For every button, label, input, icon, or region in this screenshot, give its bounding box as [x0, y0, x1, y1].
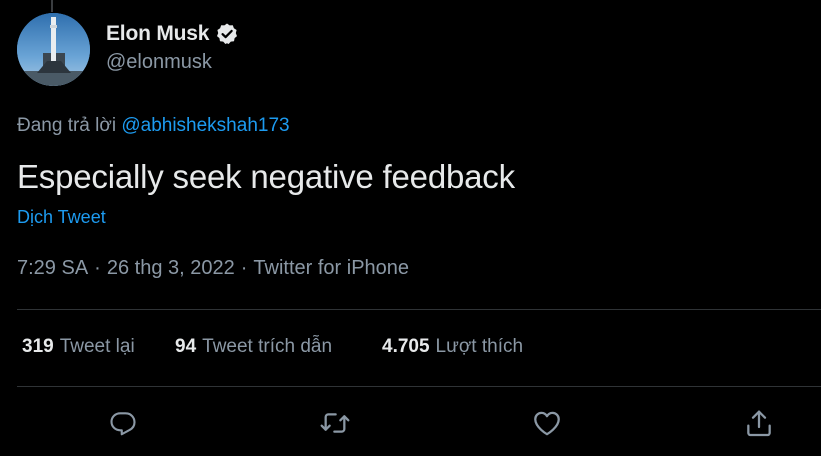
like-icon [534, 411, 560, 436]
translate-tweet-link[interactable]: Dịch Tweet [17, 207, 106, 228]
tweet-text: Especially seek negative feedback [17, 158, 515, 195]
replying-to-mention-link[interactable]: @abhishekshah173 [121, 115, 289, 136]
like-count-stat[interactable]: 4.705 Lượt thích [382, 336, 523, 358]
retweet-count-stat[interactable]: 319 Tweet lại [22, 336, 135, 358]
like-count: 4.705 [382, 336, 430, 357]
replying-to-line: Đang trả lời @abhishekshah173 [17, 115, 290, 137]
like-button[interactable] [529, 405, 565, 441]
share-icon [747, 410, 771, 437]
meta-separator: · [94, 257, 101, 279]
retweet-icon [320, 413, 350, 433]
share-button[interactable] [741, 405, 777, 441]
tweet-action-bar [0, 405, 821, 441]
avatar[interactable] [17, 13, 90, 86]
tweet-time[interactable]: 7:29 SA [17, 257, 88, 279]
divider [17, 309, 821, 310]
meta-separator: · [240, 257, 248, 279]
reply-icon [110, 412, 136, 436]
reply-button[interactable] [105, 405, 141, 441]
like-label: Lượt thích [435, 336, 524, 357]
divider [17, 386, 821, 387]
quote-tweet-count-stat[interactable]: 94 Tweet trích dẫn [175, 336, 332, 358]
retweet-label: Tweet lại [59, 336, 135, 357]
author-handle[interactable]: @elonmusk [106, 51, 212, 74]
retweet-count: 319 [22, 336, 54, 357]
tweet-metadata: 7:29 SA · 26 thg 3, 2022 · Twitter for iPhon… [17, 257, 409, 280]
quote-tweet-label: Tweet trích dẫn [202, 336, 333, 357]
replying-to-label: Đang trả lời [17, 115, 117, 136]
tweet-date[interactable]: 26 thg 3, 2022 [107, 257, 235, 279]
retweet-button[interactable] [317, 405, 353, 441]
author-display-name[interactable]: Elon Musk [106, 22, 209, 46]
quote-tweet-count: 94 [175, 336, 197, 357]
avatar-image [17, 13, 90, 86]
verified-badge-icon [215, 22, 239, 46]
tweet-source[interactable]: Twitter for iPhone [253, 257, 409, 279]
thread-connector-line [51, 0, 53, 12]
